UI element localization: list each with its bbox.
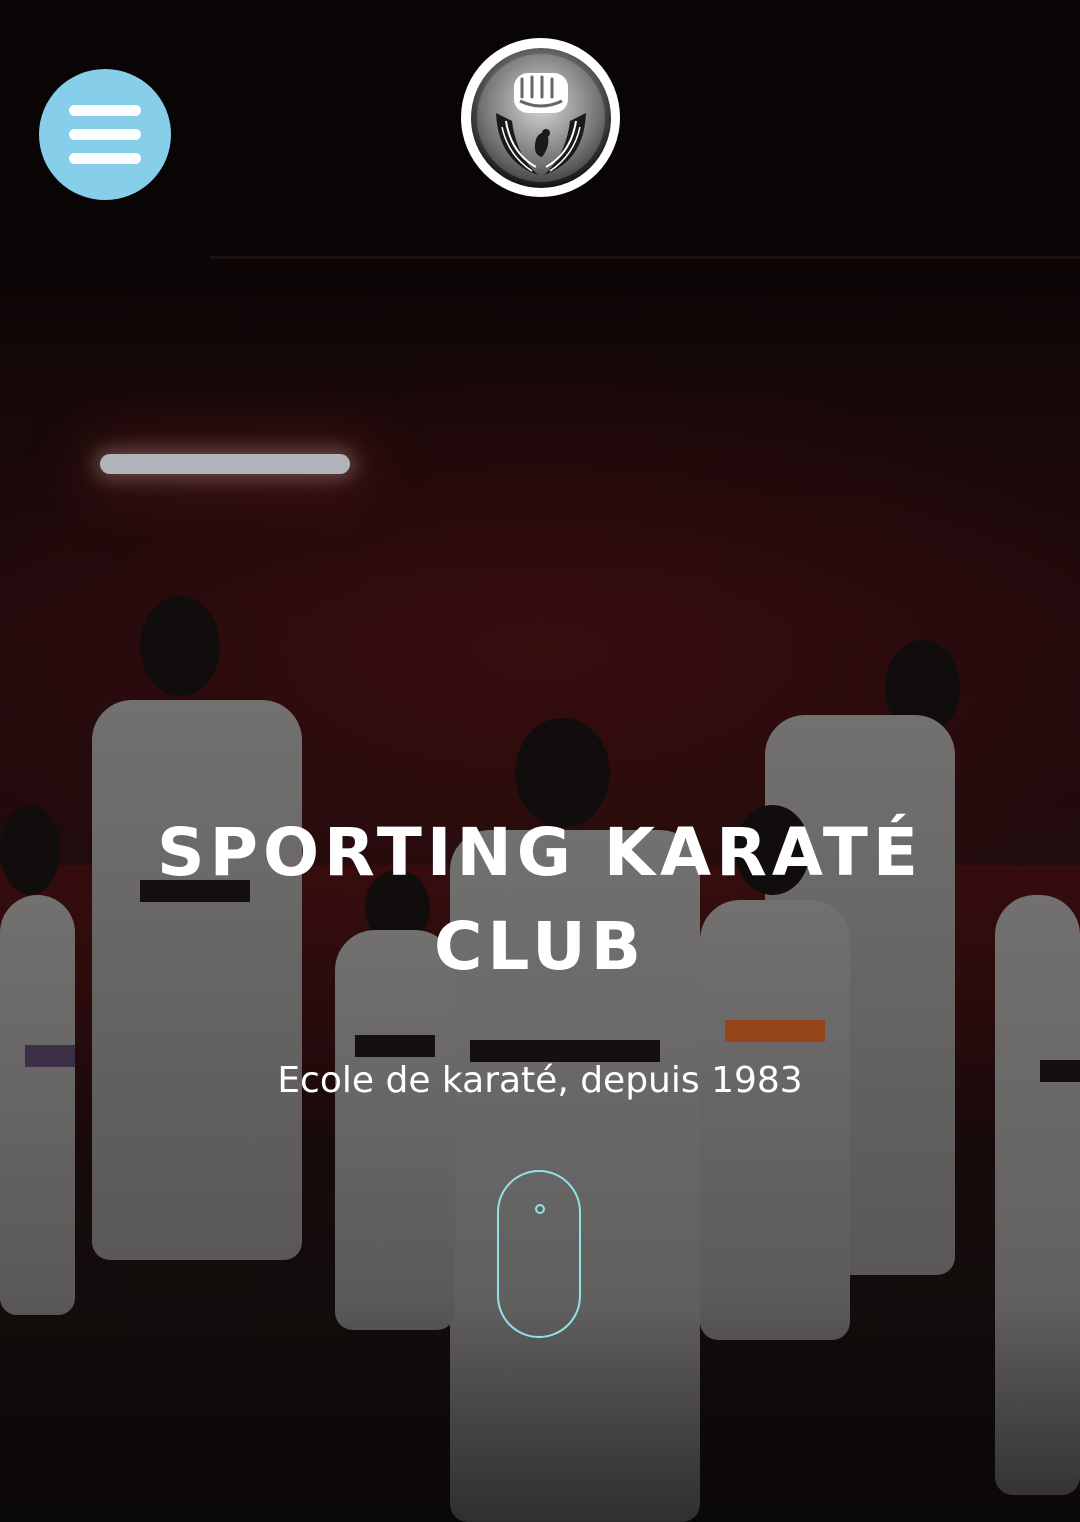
hero-section: SPORTING KARATÉ CLUB Ecole de karaté, de… — [0, 0, 1080, 1522]
menu-button[interactable] — [39, 69, 171, 200]
club-logo[interactable] — [461, 38, 620, 197]
hamburger-menu-icon — [69, 105, 141, 164]
page-subtitle: Ecole de karaté, depuis 1983 — [277, 1060, 803, 1101]
fist-and-bird-emblem-icon — [470, 47, 611, 188]
page-title: SPORTING KARATÉ CLUB — [157, 814, 923, 985]
menu-bar-middle — [69, 129, 141, 140]
scroll-down-button[interactable] — [497, 1170, 581, 1338]
menu-bar-top — [69, 105, 141, 116]
menu-bar-bottom — [69, 153, 141, 164]
scroll-wheel-dot — [535, 1204, 545, 1214]
